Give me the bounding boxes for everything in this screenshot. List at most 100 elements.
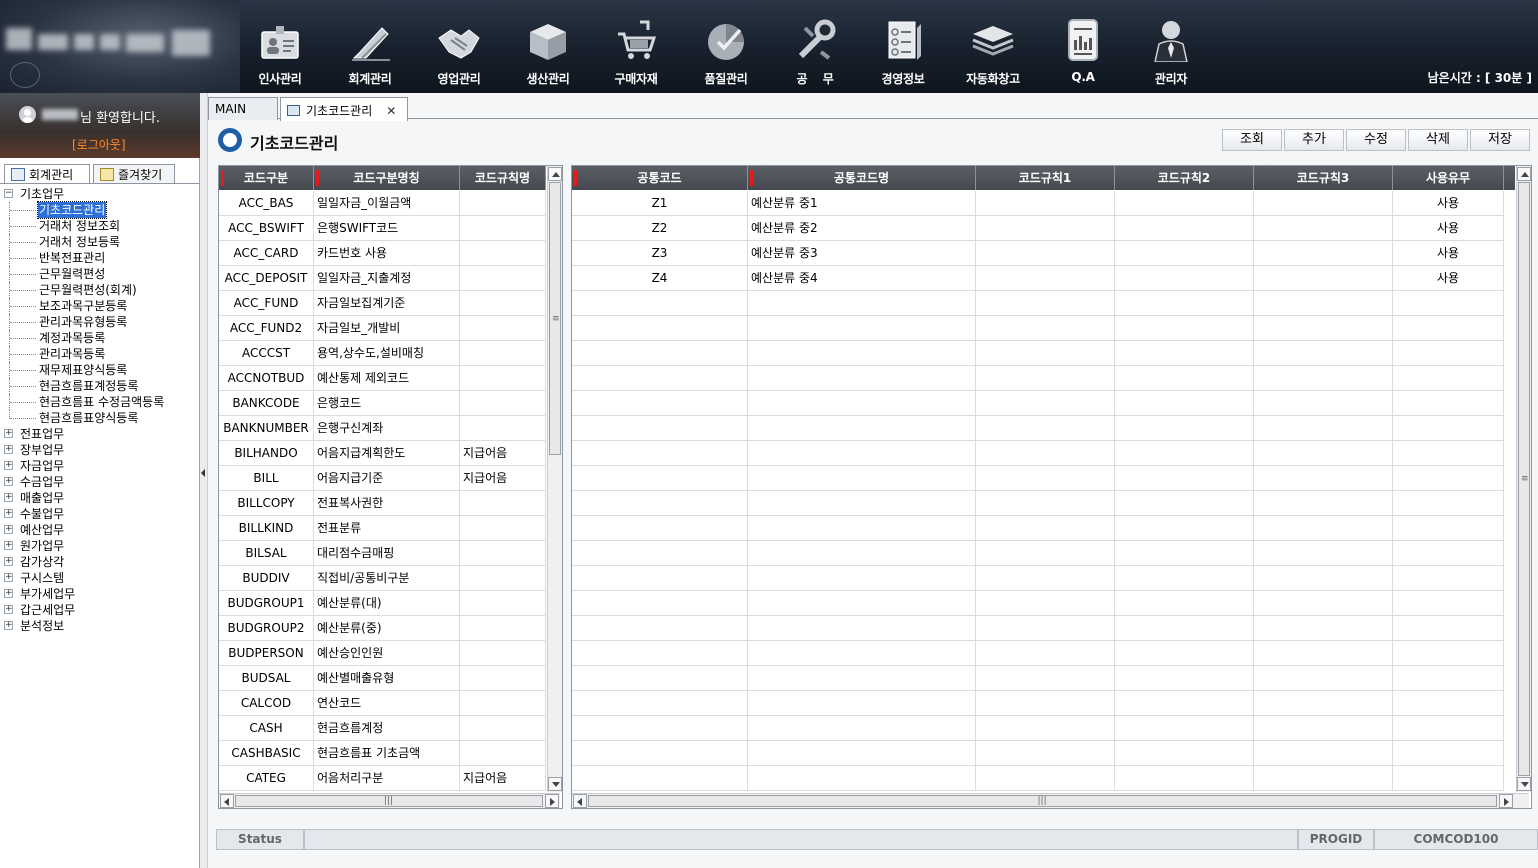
table-cell[interactable]: CATEG [219,766,314,791]
tab-accounting[interactable]: 회계관리 [4,164,90,184]
table-row[interactable] [572,341,1504,366]
table-cell[interactable] [1115,241,1254,266]
table-cell[interactable]: BILHANDO [219,441,314,466]
table-row[interactable]: CASH 현금흐름계정 [219,716,546,741]
table-cell[interactable]: CALCOD [219,691,314,716]
table-row[interactable]: ACCCST 용역,상수도,설비매칭 [219,341,546,366]
table-cell[interactable] [1393,616,1504,641]
tree-item[interactable]: 재무제표양식등록 [2,362,198,378]
table-cell[interactable] [1115,191,1254,216]
table-cell[interactable]: 어음지급계획한도 [314,441,460,466]
delete-button[interactable]: 삭제 [1408,129,1468,151]
table-cell[interactable]: ACC_DEPOSIT [219,266,314,291]
table-cell[interactable] [1393,691,1504,716]
table-cell[interactable] [572,691,748,716]
table-row[interactable]: ACCNOTBUD 예산통제 제외코드 [219,366,546,391]
expand-icon[interactable]: + [4,525,13,534]
table-cell[interactable] [1254,716,1393,741]
table-cell[interactable] [1393,716,1504,741]
table-row[interactable]: BUDPERSON 예산승인인원 [219,641,546,666]
table-row[interactable]: Z1 예산분류 중1 사용 [572,191,1504,216]
table-row[interactable] [572,416,1504,441]
table-cell[interactable] [1115,716,1254,741]
table-cell[interactable]: 지급어음 [460,466,546,491]
table-cell[interactable] [460,391,546,416]
table-cell[interactable] [976,391,1115,416]
table-cell[interactable]: 사용 [1393,191,1504,216]
table-cell[interactable]: BUDSAL [219,666,314,691]
scroll-down-button[interactable] [548,777,562,791]
column-header[interactable]: 공통코드명 [748,166,976,190]
table-cell[interactable]: BUDGROUP1 [219,591,314,616]
table-cell[interactable]: BILSAL [219,541,314,566]
table-cell[interactable] [1254,366,1393,391]
table-cell[interactable]: 예산별매출유형 [314,666,460,691]
table-cell[interactable] [460,616,546,641]
table-cell[interactable] [460,666,546,691]
table-cell[interactable] [1115,541,1254,566]
table-row[interactable]: BUDSAL 예산별매출유형 [219,666,546,691]
table-cell[interactable]: 대리점수금매핑 [314,541,460,566]
table-cell[interactable] [572,466,748,491]
table-cell[interactable]: 연산코드 [314,691,460,716]
table-cell[interactable] [1115,741,1254,766]
tree-item[interactable]: 현금흐름표 수정금액등록 [2,394,198,410]
table-row[interactable] [572,691,1504,716]
table-cell[interactable] [976,341,1115,366]
table-cell[interactable]: 일일자금_이월금액 [314,191,460,216]
column-header[interactable]: 코드구분 [219,166,314,190]
nav-hr[interactable]: 인사관리 [240,18,320,90]
table-cell[interactable] [460,716,546,741]
table-row[interactable] [572,591,1504,616]
expand-icon[interactable]: + [4,573,13,582]
table-cell[interactable] [976,491,1115,516]
table-cell[interactable] [976,266,1115,291]
table-cell[interactable] [748,691,976,716]
table-cell[interactable] [1254,266,1393,291]
table-cell[interactable] [1393,641,1504,666]
table-cell[interactable] [460,416,546,441]
table-cell[interactable] [1115,766,1254,791]
table-row[interactable] [572,516,1504,541]
table-cell[interactable] [1254,641,1393,666]
table-cell[interactable] [1115,666,1254,691]
table-cell[interactable] [1393,666,1504,691]
table-cell[interactable] [1254,216,1393,241]
table-cell[interactable] [572,441,748,466]
table-cell[interactable] [1393,391,1504,416]
table-cell[interactable] [1393,466,1504,491]
table-cell[interactable]: 예산분류(중) [314,616,460,641]
tree-item[interactable]: 관리과목등록 [2,346,198,362]
tab-main[interactable]: MAIN [208,97,278,120]
table-cell[interactable] [1254,691,1393,716]
table-cell[interactable]: 은행코드 [314,391,460,416]
scroll-thumb[interactable]: ≡ [549,182,561,455]
column-header[interactable]: 코드규칙3 [1254,166,1393,190]
table-cell[interactable] [976,191,1115,216]
table-cell[interactable]: ACC_CARD [219,241,314,266]
tree-item[interactable]: 현금흐름표계정등록 [2,378,198,394]
table-cell[interactable] [976,566,1115,591]
table-cell[interactable] [460,641,546,666]
table-cell[interactable]: 사용 [1393,216,1504,241]
table-cell[interactable] [748,591,976,616]
scroll-right-button[interactable] [545,794,559,808]
table-cell[interactable] [748,466,976,491]
table-cell[interactable] [748,391,976,416]
table-row[interactable]: ACC_BAS 일일자금_이월금액 [219,191,546,216]
tab-favorites[interactable]: 즐겨찾기 [93,164,175,184]
collapse-icon[interactable]: − [4,189,13,198]
table-row[interactable] [572,566,1504,591]
table-cell[interactable] [1393,766,1504,791]
table-cell[interactable] [976,316,1115,341]
tree-node[interactable]: + 갑근세업무 [2,602,198,618]
table-row[interactable] [572,766,1504,791]
table-cell[interactable] [976,716,1115,741]
table-cell[interactable] [748,741,976,766]
table-cell[interactable]: Z1 [572,191,748,216]
table-cell[interactable] [572,741,748,766]
sidebar-splitter[interactable] [200,93,208,868]
table-cell[interactable] [460,691,546,716]
table-cell[interactable] [572,616,748,641]
save-button[interactable]: 저장 [1470,129,1530,151]
